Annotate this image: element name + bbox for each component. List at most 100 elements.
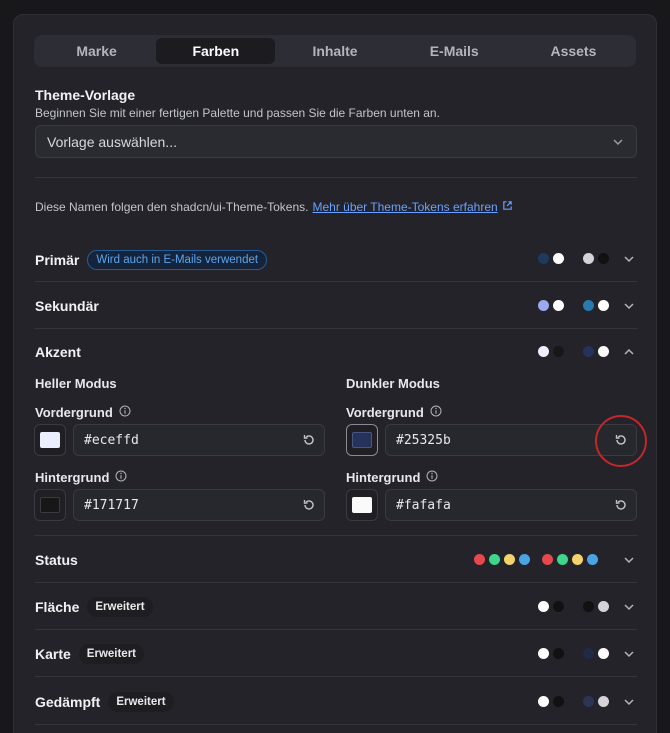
color-dot bbox=[542, 554, 553, 565]
row-card-title: Karte bbox=[35, 646, 71, 662]
reset-icon[interactable] bbox=[614, 498, 628, 516]
row-surface-header[interactable]: Fläche Erweitert bbox=[35, 597, 153, 617]
divider bbox=[35, 535, 637, 536]
color-dot bbox=[538, 648, 549, 659]
light-background-swatch-button[interactable] bbox=[34, 489, 66, 521]
field-label-text: Vordergrund bbox=[346, 405, 424, 420]
theme-template-description: Beginnen Sie mit einer fertigen Palette … bbox=[35, 106, 440, 120]
dark-mode-title: Dunkler Modus bbox=[346, 376, 440, 391]
field-label-text: Hintergrund bbox=[346, 470, 421, 485]
row-primary-swatches bbox=[538, 253, 609, 264]
row-status-title: Status bbox=[35, 552, 78, 568]
light-foreground-label: Vordergrund bbox=[35, 405, 131, 420]
color-dot bbox=[583, 253, 594, 264]
divider bbox=[35, 281, 637, 282]
row-muted-swatches bbox=[538, 696, 609, 707]
row-status-swatches bbox=[474, 554, 598, 565]
row-muted-header[interactable]: Gedämpft Erweitert bbox=[35, 692, 174, 712]
light-foreground-swatch-button[interactable] bbox=[34, 424, 66, 456]
external-link-icon[interactable] bbox=[502, 200, 513, 214]
color-swatch bbox=[40, 497, 60, 513]
color-dot bbox=[474, 554, 485, 565]
color-dot bbox=[572, 554, 583, 565]
row-secondary-header[interactable]: Sekundär bbox=[35, 298, 99, 316]
color-dot bbox=[538, 253, 549, 264]
color-dot bbox=[538, 300, 549, 311]
color-dot bbox=[598, 253, 609, 264]
info-icon[interactable] bbox=[426, 470, 438, 485]
chevron-up-icon[interactable] bbox=[623, 345, 635, 363]
chevron-down-icon[interactable] bbox=[623, 695, 635, 713]
reset-icon[interactable] bbox=[302, 498, 316, 516]
color-dot bbox=[553, 601, 564, 612]
dark-foreground-swatch-button[interactable] bbox=[346, 424, 378, 456]
row-secondary-swatches bbox=[538, 300, 609, 311]
color-dot bbox=[504, 554, 515, 565]
light-background-label: Hintergrund bbox=[35, 470, 127, 485]
divider bbox=[35, 676, 637, 677]
color-dot bbox=[557, 554, 568, 565]
chevron-down-icon[interactable] bbox=[623, 252, 635, 270]
chevron-down-icon[interactable] bbox=[623, 600, 635, 618]
divider bbox=[35, 582, 637, 583]
advanced-badge: Erweitert bbox=[78, 644, 145, 664]
row-status-header[interactable]: Status bbox=[35, 552, 78, 570]
hex-value: #171717 bbox=[84, 497, 139, 513]
color-dot bbox=[553, 648, 564, 659]
row-card-header[interactable]: Karte Erweitert bbox=[35, 644, 145, 664]
chevron-down-icon[interactable] bbox=[623, 299, 635, 317]
divider bbox=[35, 328, 637, 329]
color-dot bbox=[583, 648, 594, 659]
color-dot bbox=[583, 601, 594, 612]
divider bbox=[35, 629, 637, 630]
tab-inhalte[interactable]: Inhalte bbox=[275, 38, 394, 64]
row-accent-header[interactable]: Akzent bbox=[35, 344, 81, 362]
light-background-hex-input[interactable]: #171717 bbox=[73, 489, 325, 521]
tab-bar: Marke Farben Inhalte E-Mails Assets bbox=[34, 35, 636, 67]
color-dot bbox=[583, 346, 594, 357]
select-placeholder: Vorlage auswählen... bbox=[47, 133, 177, 150]
advanced-badge: Erweitert bbox=[87, 597, 153, 617]
divider bbox=[35, 177, 637, 178]
color-dot bbox=[538, 601, 549, 612]
color-dot bbox=[553, 346, 564, 357]
color-dot bbox=[553, 696, 564, 707]
chevron-down-icon[interactable] bbox=[623, 553, 635, 571]
color-dot bbox=[598, 696, 609, 707]
tokens-note-text: Diese Namen folgen den shadcn/ui-Theme-T… bbox=[35, 200, 309, 214]
reset-icon[interactable] bbox=[302, 433, 316, 451]
tab-marke[interactable]: Marke bbox=[37, 38, 156, 64]
chevron-down-icon bbox=[612, 135, 624, 151]
dark-background-hex-input[interactable]: #fafafa bbox=[385, 489, 637, 521]
dark-background-swatch-button[interactable] bbox=[346, 489, 378, 521]
info-icon[interactable] bbox=[115, 470, 127, 485]
settings-panel bbox=[13, 14, 657, 733]
chevron-down-icon[interactable] bbox=[623, 647, 635, 665]
color-dot bbox=[538, 346, 549, 357]
color-dot bbox=[598, 601, 609, 612]
tab-assets[interactable]: Assets bbox=[514, 38, 633, 64]
row-muted-title: Gedämpft bbox=[35, 694, 101, 710]
email-usage-badge: Wird auch in E-Mails verwendet bbox=[87, 250, 268, 270]
tab-emails[interactable]: E-Mails bbox=[395, 38, 514, 64]
theme-template-title: Theme-Vorlage bbox=[35, 87, 136, 103]
tokens-note: Diese Namen folgen den shadcn/ui-Theme-T… bbox=[35, 200, 513, 214]
row-surface-swatches bbox=[538, 601, 609, 612]
info-icon[interactable] bbox=[430, 405, 442, 420]
highlight-ring bbox=[595, 415, 647, 467]
color-dot bbox=[583, 300, 594, 311]
row-accent-title: Akzent bbox=[35, 344, 81, 360]
light-foreground-hex-input[interactable]: #eceffd bbox=[73, 424, 325, 456]
color-dot bbox=[587, 554, 598, 565]
color-swatch bbox=[40, 432, 60, 448]
color-dot bbox=[553, 300, 564, 311]
advanced-badge: Erweitert bbox=[108, 692, 174, 712]
info-icon[interactable] bbox=[119, 405, 131, 420]
row-primary-header[interactable]: Primär Wird auch in E-Mails verwendet bbox=[35, 250, 268, 270]
tab-farben[interactable]: Farben bbox=[156, 38, 276, 64]
theme-template-select[interactable]: Vorlage auswählen... bbox=[35, 125, 637, 158]
color-swatch bbox=[352, 432, 372, 448]
theme-tokens-link[interactable]: Mehr über Theme-Tokens erfahren bbox=[312, 200, 497, 214]
row-surface-title: Fläche bbox=[35, 599, 80, 615]
dark-background-label: Hintergrund bbox=[346, 470, 438, 485]
